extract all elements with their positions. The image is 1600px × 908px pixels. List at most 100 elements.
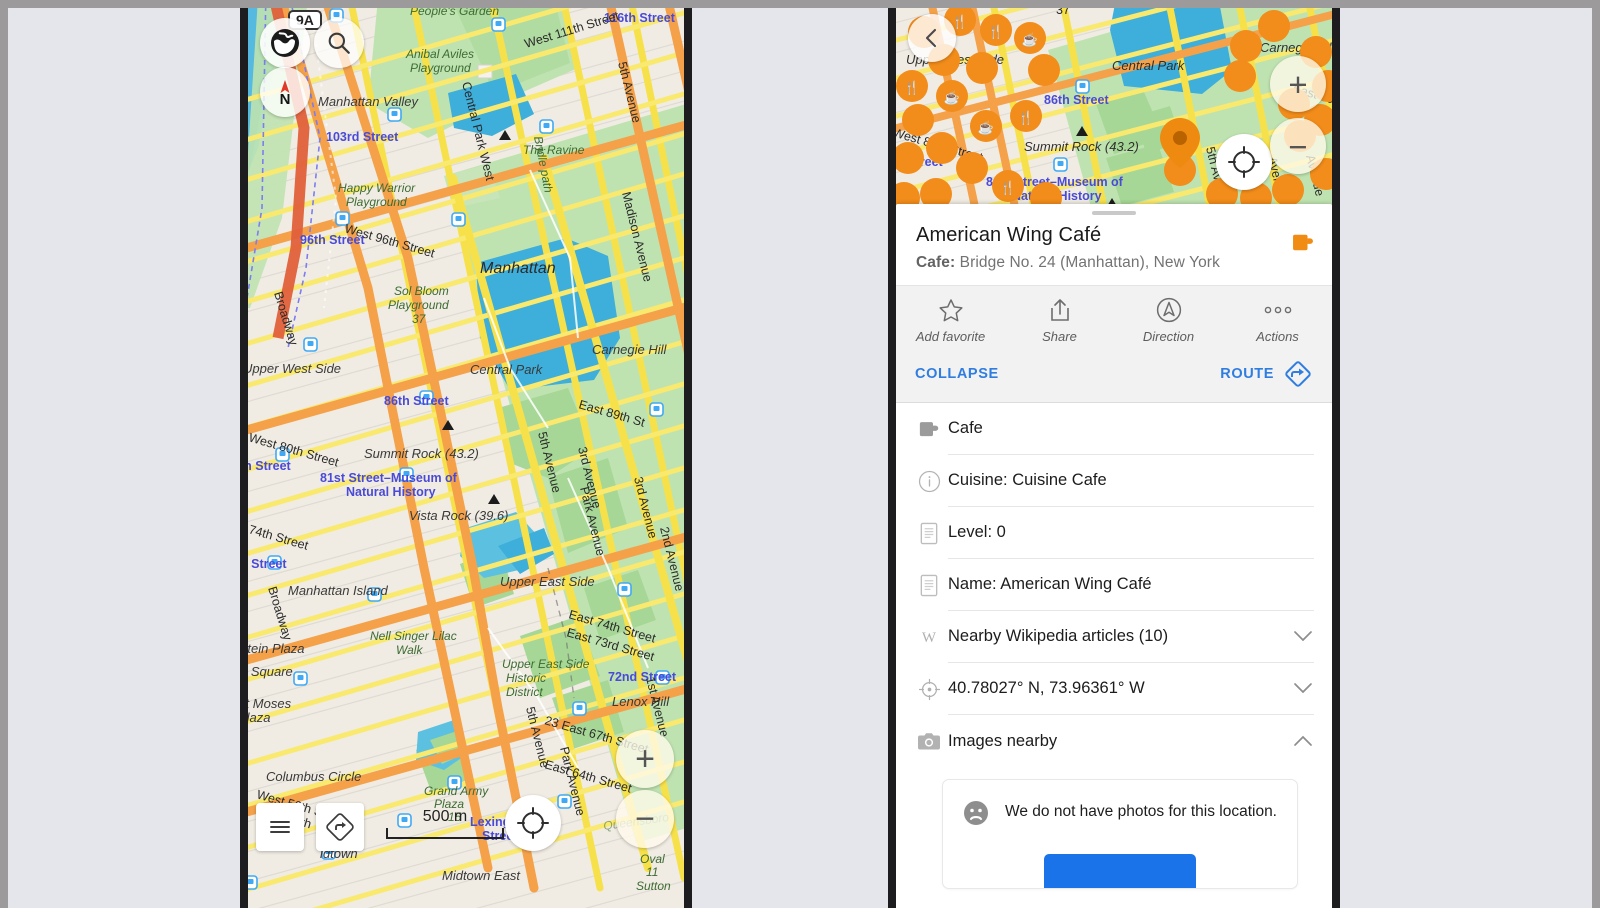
map-canvas-browse[interactable]: .p{fill:#bfe3b0}.p2{fill:#a6d796}.w{fill…: [248, 8, 684, 908]
star-outline-icon: [938, 298, 964, 322]
map-layers-button[interactable]: [260, 18, 310, 68]
back-button[interactable]: [908, 14, 956, 62]
selected-poi-pin: [1160, 118, 1200, 186]
scale-bar-ruler: [386, 828, 504, 839]
svg-text:Happy Warrior: Happy Warrior: [338, 181, 416, 195]
share-label: Share: [1042, 329, 1077, 344]
svg-text:Sol Bloom: Sol Bloom: [394, 284, 449, 298]
svg-text:Plaza: Plaza: [248, 710, 271, 725]
my-location-button-poi[interactable]: [1216, 134, 1272, 190]
detail-row-level[interactable]: Level: 0: [896, 507, 1332, 559]
route-label: ROUTE: [1220, 366, 1274, 382]
svg-text:Walk: Walk: [396, 643, 423, 657]
svg-text:Natural History: Natural History: [346, 485, 436, 499]
route-diamond-arrow-icon: [1285, 361, 1311, 387]
svg-text:Summit Rock (43.2): Summit Rock (43.2): [1024, 139, 1139, 154]
detail-row-category[interactable]: Cafe: [896, 403, 1332, 455]
svg-text:Manhattan: Manhattan: [480, 260, 556, 277]
svg-text:The Ravine: The Ravine: [523, 143, 585, 157]
poi-actions-row: Add favorite Share Direction Actions: [896, 285, 1332, 353]
globe-layers-icon: [271, 29, 299, 57]
svg-text:Vista Rock (39.6): Vista Rock (39.6): [409, 508, 508, 523]
detail-row-cuisine[interactable]: Cuisine: Cuisine Cafe: [896, 455, 1332, 507]
svg-text:Manhattan Island: Manhattan Island: [288, 583, 389, 598]
zoom-in-label: +: [1288, 65, 1308, 103]
svg-text:Summit Rock (43.2): Summit Rock (43.2): [364, 446, 479, 461]
back-chevron-icon: [925, 28, 937, 48]
document-icon: [910, 522, 948, 545]
svg-text:37: 37: [1056, 8, 1070, 17]
cafe-cup-icon: [1293, 234, 1313, 251]
detail-text: Name: American Wing Café: [948, 559, 1314, 611]
svg-text:☕: ☕: [1022, 31, 1038, 47]
zoom-out-button-poi[interactable]: −: [1270, 118, 1326, 174]
poi-header: American Wing Café Cafe: Bridge No. 24 (…: [896, 215, 1332, 285]
detail-text: Images nearby: [948, 731, 1058, 750]
coordinates-icon: [910, 678, 948, 701]
wikipedia-icon: W: [910, 627, 948, 647]
search-button[interactable]: [314, 18, 364, 68]
poi-subtitle-type: Cafe:: [916, 254, 956, 271]
chevron-down-icon[interactable]: [1292, 611, 1314, 663]
map-canvas-poi[interactable]: .lbl2{font-family:"Liberation Sans",sans…: [896, 8, 1332, 208]
detail-row-coordinates[interactable]: 40.78027° N, 73.96361° W: [896, 663, 1332, 715]
navigate-button[interactable]: [316, 803, 364, 851]
detail-text: Cafe: [948, 403, 1314, 455]
info-icon: [910, 470, 948, 493]
my-location-icon: [517, 807, 549, 839]
route-button[interactable]: ROUTE: [1220, 359, 1313, 389]
zoom-out-label: −: [635, 800, 655, 838]
collapse-button[interactable]: COLLAPSE: [915, 366, 999, 382]
share-icon: [1049, 298, 1071, 322]
detail-row-name[interactable]: Name: American Wing Café: [896, 559, 1332, 611]
svg-text:103rd Street: 103rd Street: [326, 130, 399, 144]
zoom-out-button[interactable]: −: [616, 790, 674, 848]
actions-label: Actions: [1256, 329, 1299, 344]
svg-text:Playground: Playground: [388, 298, 449, 312]
add-favorite-button[interactable]: Add favorite: [896, 298, 1005, 344]
svg-text:W: W: [922, 630, 937, 646]
svg-text:th Street: th Street: [248, 459, 292, 473]
add-photo-button[interactable]: [1044, 854, 1196, 888]
scale-bar-label: 500 m: [422, 808, 468, 825]
camera-icon: [910, 732, 948, 751]
svg-text:🍴: 🍴: [988, 24, 1004, 40]
zoom-out-label: −: [1288, 127, 1308, 165]
compass-button[interactable]: N: [260, 67, 310, 117]
svg-text:Playground: Playground: [410, 61, 471, 75]
cafe-cup-icon: [910, 420, 948, 439]
svg-text:District: District: [506, 685, 543, 699]
svg-text:ert Moses: ert Moses: [248, 696, 292, 711]
svg-text:☕: ☕: [978, 119, 994, 135]
zoom-in-button-poi[interactable]: +: [1270, 56, 1326, 112]
right-phone-frame: .lbl2{font-family:"Liberation Sans",sans…: [888, 8, 1340, 908]
svg-text:🍴: 🍴: [1018, 110, 1034, 126]
map-graphics: .p{fill:#bfe3b0}.p2{fill:#a6d796}.w{fill…: [248, 8, 684, 908]
compass-north-icon: N: [280, 80, 291, 107]
svg-text:Columbus Circle: Columbus Circle: [266, 769, 361, 784]
detail-text: Level: 0: [948, 507, 1314, 559]
direction-button[interactable]: Direction: [1114, 297, 1223, 344]
sad-face-icon: [964, 801, 988, 825]
page-canvas: .p{fill:#bfe3b0}.p2{fill:#a6d796}.w{fill…: [8, 8, 1592, 908]
actions-button[interactable]: Actions: [1223, 298, 1332, 344]
svg-text:Playground: Playground: [346, 195, 407, 209]
svg-text:Upper West Side: Upper West Side: [248, 361, 341, 376]
zoom-in-button[interactable]: +: [616, 730, 674, 788]
chevron-up-icon[interactable]: [1292, 715, 1314, 767]
my-location-button[interactable]: [505, 795, 561, 851]
svg-text:81st Street–Museum of: 81st Street–Museum of: [320, 471, 458, 485]
svg-text:N: N: [280, 91, 291, 107]
svg-text:d Street: d Street: [248, 557, 287, 571]
share-button[interactable]: Share: [1005, 298, 1114, 344]
detail-row-images[interactable]: Images nearby: [896, 715, 1332, 767]
search-icon: [328, 32, 350, 54]
chevron-down-icon[interactable]: [1292, 663, 1314, 715]
svg-text:☕: ☕: [944, 89, 960, 105]
collapse-route-row: COLLAPSE ROUTE: [896, 353, 1332, 403]
svg-text:🍴: 🍴: [1000, 180, 1016, 196]
menu-button[interactable]: [256, 803, 304, 851]
detail-row-wikipedia[interactable]: W Nearby Wikipedia articles (10): [896, 611, 1332, 663]
poi-bottom-sheet: American Wing Café Cafe: Bridge No. 24 (…: [896, 204, 1332, 908]
svg-text:People's Garden: People's Garden: [410, 8, 499, 18]
